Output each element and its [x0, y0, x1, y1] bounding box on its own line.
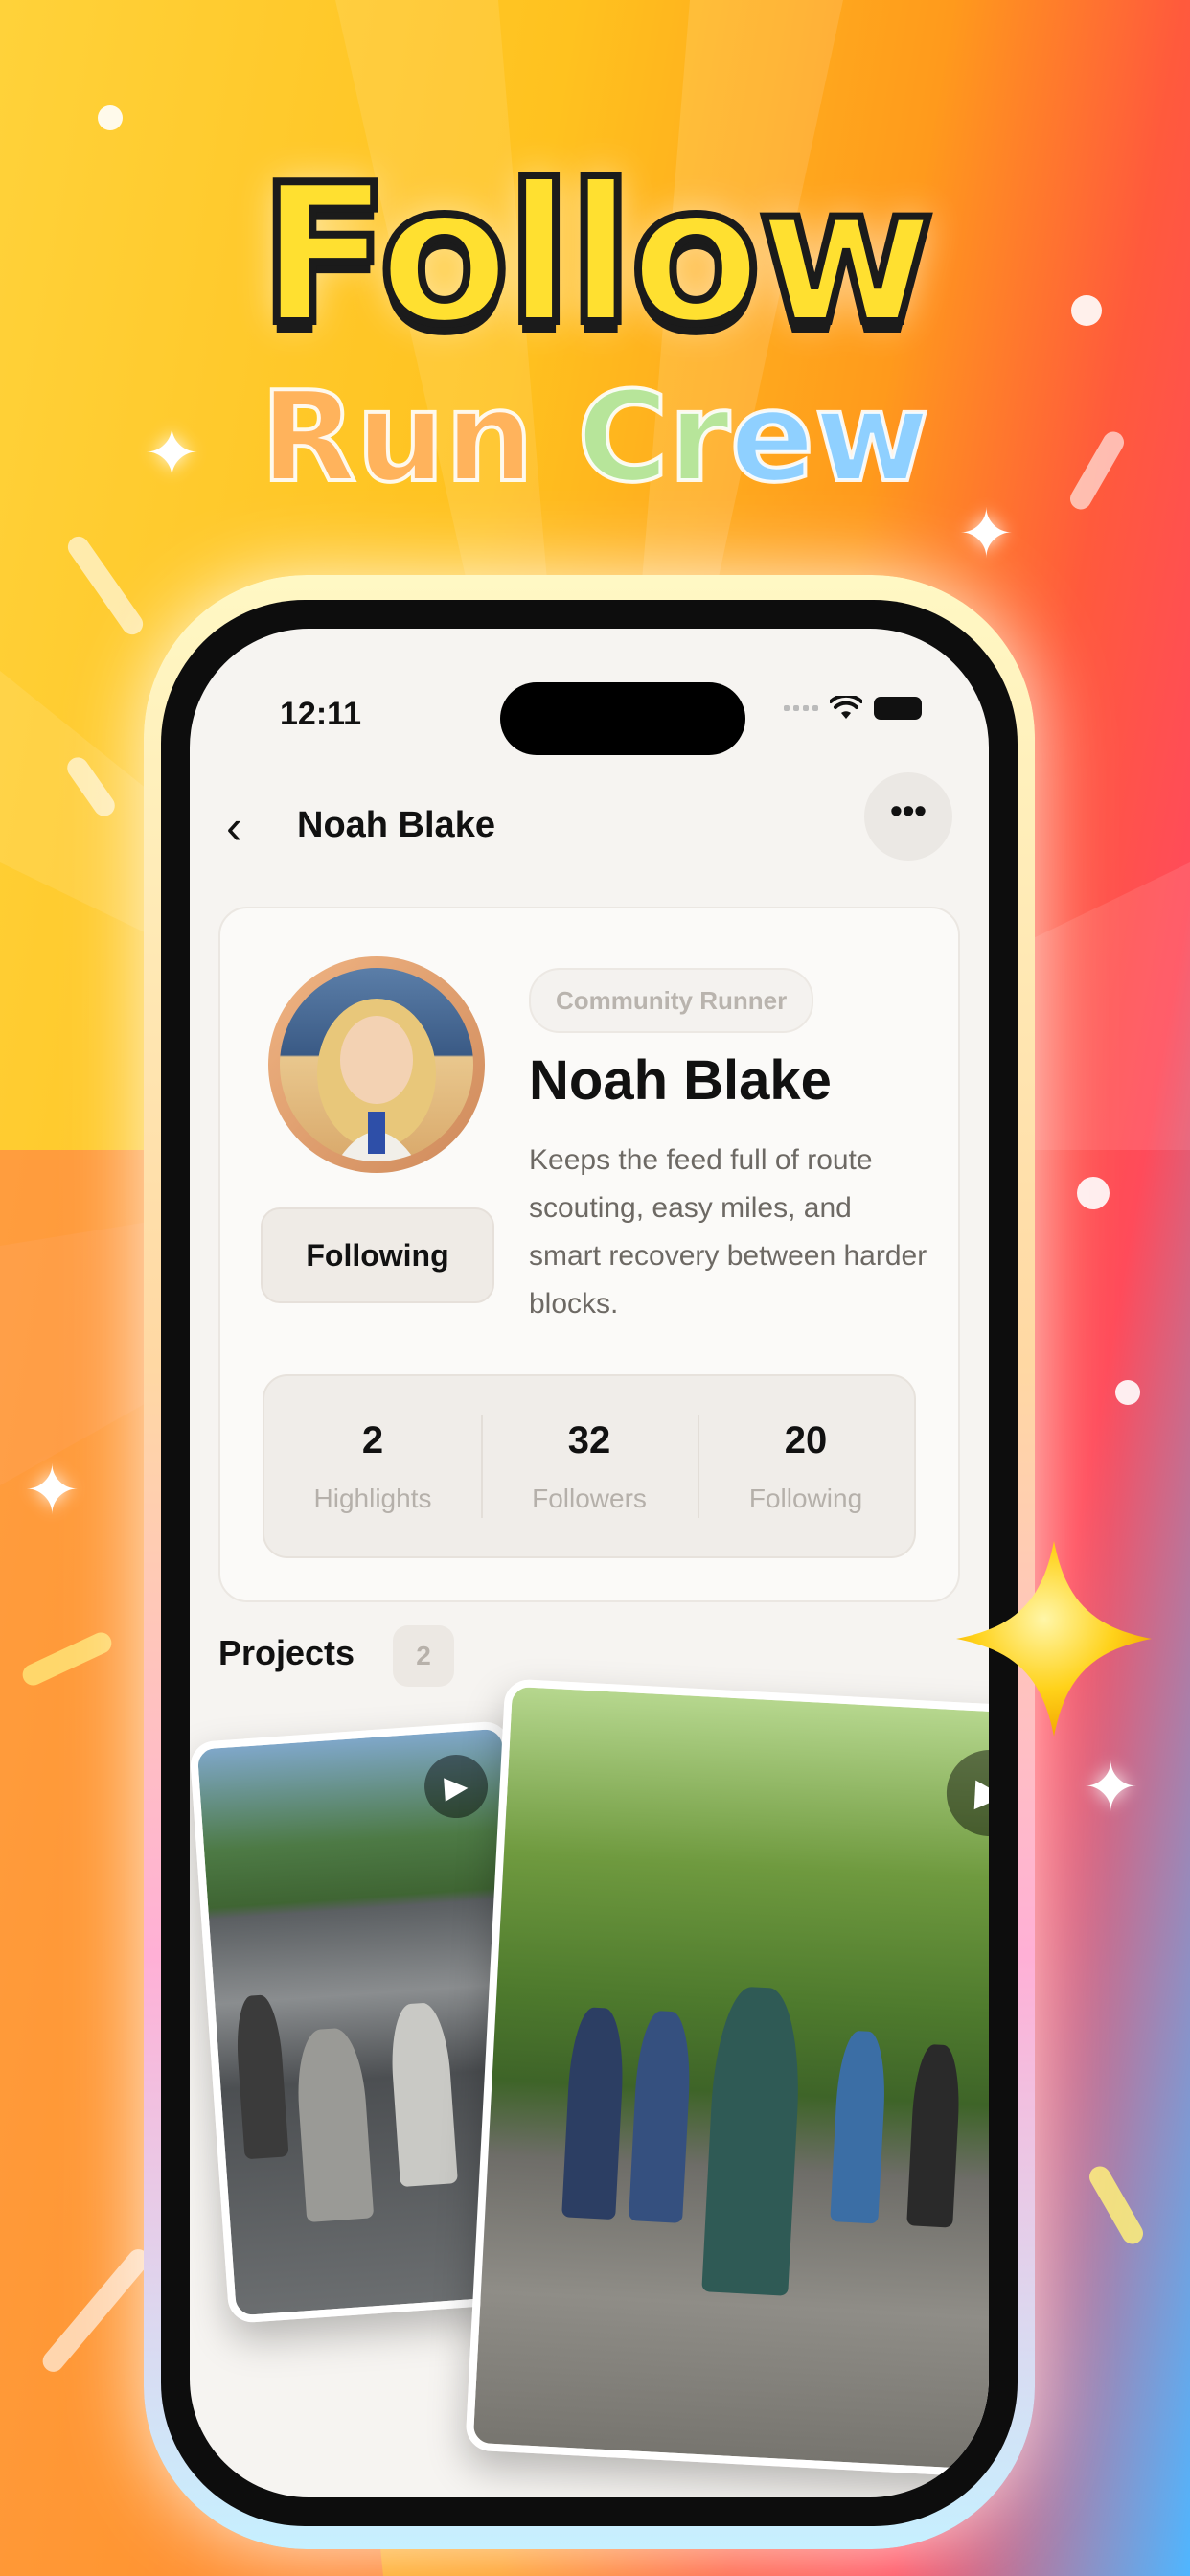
stat-value: 2 — [361, 1418, 384, 1461]
status-time: 12:11 — [280, 696, 362, 732]
decor-dash — [38, 2244, 153, 2377]
promo-subtitle-crew-a: Cr — [575, 362, 732, 512]
stat-label: Highlights — [313, 1483, 432, 1513]
runner-figure — [387, 2001, 458, 2188]
profile-bio: Keeps the feed full of route scouting, e… — [529, 1144, 927, 1320]
promo-subtitle-run: Run — [259, 362, 536, 512]
decor-dash — [19, 1628, 115, 1690]
runner-figure — [830, 2030, 888, 2224]
runner-figure — [629, 2010, 694, 2223]
decor-dash — [63, 532, 148, 639]
decor-dash — [1085, 2162, 1148, 2248]
status-bar: 12:11 — [190, 629, 989, 755]
promo-title: Follow — [255, 140, 938, 371]
play-icon[interactable]: ▶ — [422, 1752, 491, 1821]
runner-figure — [906, 2043, 963, 2228]
decor-dot — [98, 105, 123, 130]
star-icon — [956, 1541, 1152, 1736]
stat-value: 20 — [784, 1418, 828, 1461]
community-runner-badge: Community Runner — [529, 968, 814, 1033]
runner-figure — [561, 2006, 627, 2220]
promo-subtitle: Run Crew — [0, 362, 1190, 512]
stat-following[interactable]: 20 Following — [698, 1376, 914, 1556]
sparkle-icon: ✦ — [958, 496, 1015, 571]
nav-title: Noah Blake — [297, 805, 495, 845]
dynamic-island — [500, 682, 745, 755]
phone-frame: 12:11 ‹ Noah Blake ••• Following Communi… — [161, 600, 1018, 2526]
avatar — [280, 968, 473, 1162]
stat-highlights[interactable]: 2 Highlights — [264, 1376, 481, 1556]
stats-panel: 2 Highlights 32 Followers 20 Following — [263, 1374, 916, 1558]
runner-figure — [233, 1993, 289, 2160]
projects-count-badge: 2 — [393, 1625, 454, 1687]
profile-name: Noah Blake — [529, 1049, 832, 1112]
nav-bar: ‹ Noah Blake ••• — [190, 772, 989, 878]
wifi-icon — [830, 696, 862, 719]
runner-figure — [701, 1985, 804, 2296]
play-icon[interactable]: ▶ — [944, 1747, 989, 1839]
battery-icon — [874, 697, 922, 720]
back-chevron-icon[interactable]: ‹ — [226, 799, 242, 855]
stat-value: 32 — [567, 1418, 611, 1461]
more-options-button[interactable]: ••• — [864, 772, 952, 861]
stat-label: Followers — [532, 1483, 647, 1513]
promo-subtitle-crew-b: ew — [728, 362, 931, 512]
runner-figure — [293, 2026, 375, 2223]
signal-icon — [784, 705, 818, 711]
project-thumbnail[interactable]: ▶ — [465, 1678, 989, 2479]
sparkle-icon: ✦ — [24, 1453, 80, 1528]
stat-followers[interactable]: 32 Followers — [481, 1376, 698, 1556]
following-button[interactable]: Following — [261, 1208, 494, 1303]
projects-heading: Projects — [218, 1633, 355, 1672]
decor-dot — [1115, 1380, 1140, 1405]
avatar-ring — [268, 956, 485, 1173]
status-icons — [784, 696, 922, 721]
avatar-portrait — [317, 999, 436, 1162]
profile-card: Following Community Runner Noah Blake Ke… — [218, 907, 960, 1602]
stat-label: Following — [748, 1483, 863, 1513]
phone-screen: 12:11 ‹ Noah Blake ••• Following Communi… — [190, 629, 989, 2497]
decor-dot — [1077, 1177, 1110, 1209]
decor-dash — [62, 753, 120, 820]
sparkle-icon: ✦ — [1083, 1750, 1139, 1825]
